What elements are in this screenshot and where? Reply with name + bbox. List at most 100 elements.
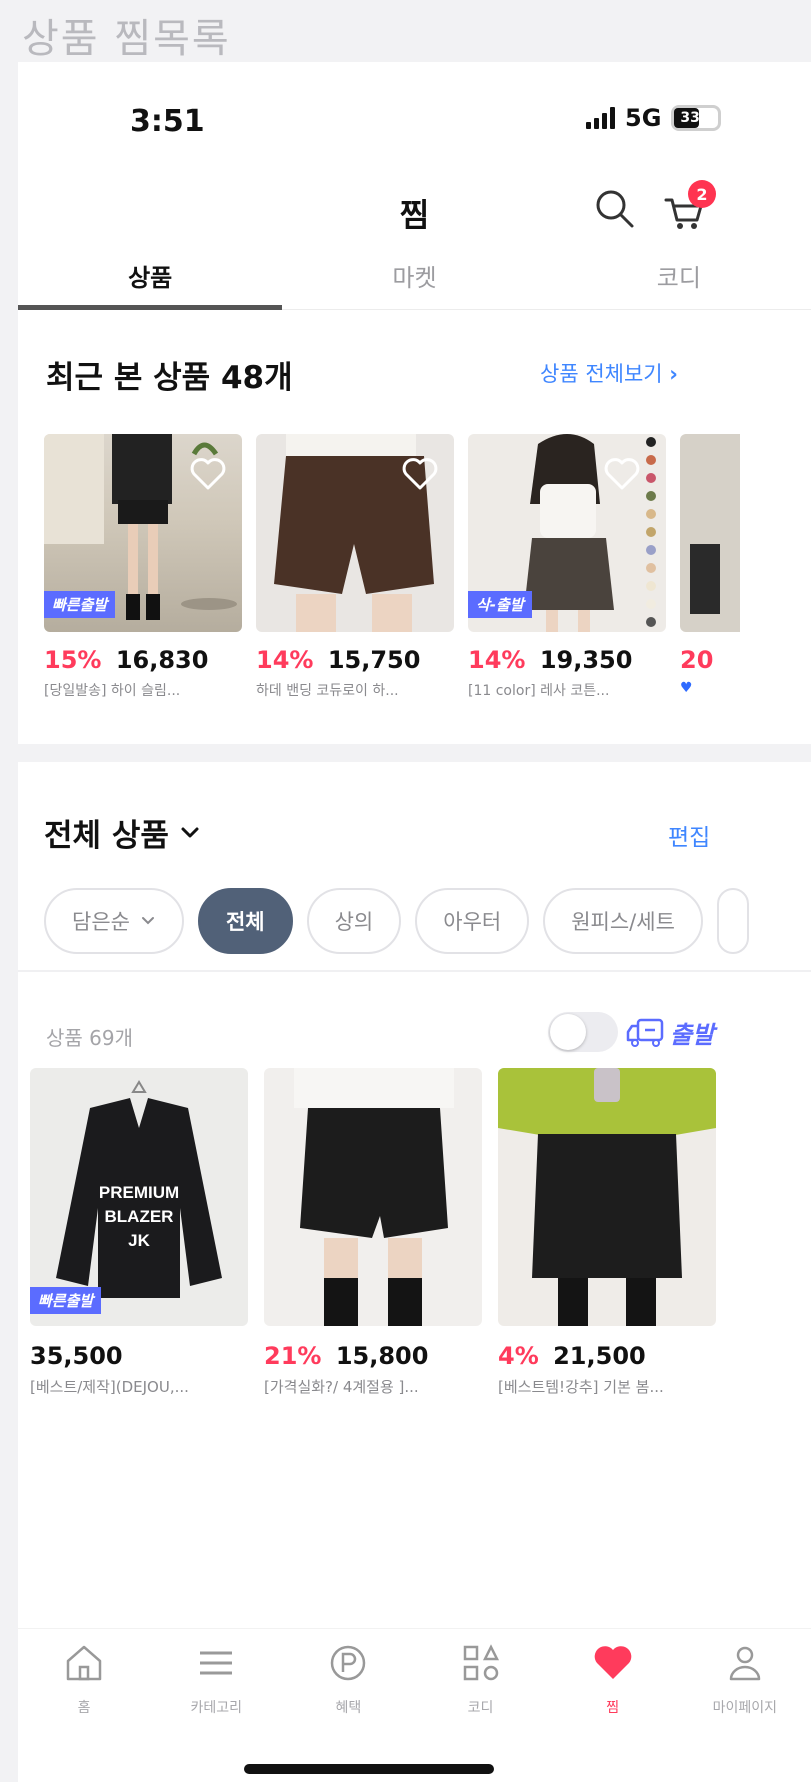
product-image	[264, 1068, 482, 1326]
battery-level: 33	[680, 110, 700, 126]
fast-delivery-tag: 빠른출발	[44, 591, 116, 618]
edit-button[interactable]: 편집	[668, 818, 710, 852]
filter-chip-tops[interactable]: 상의	[306, 888, 402, 954]
tab-coordi[interactable]: 코디	[547, 242, 811, 309]
product-image	[680, 434, 740, 632]
product-price: 4% 21,500	[498, 1342, 716, 1370]
tab-market[interactable]: 마켓	[282, 242, 546, 309]
product-price-value: 19,350	[539, 646, 633, 674]
search-icon	[596, 190, 634, 228]
battery-icon: 33	[671, 105, 722, 131]
all-products-dropdown[interactable]: 전체 상품	[44, 810, 201, 855]
product-name: 하데 밴딩 코듀로이 하...	[256, 683, 399, 699]
product-image: 빠른출발	[44, 434, 242, 632]
product-discount: 4%	[498, 1342, 539, 1370]
chevron-down-icon	[181, 827, 199, 837]
sort-label: 담은순	[72, 910, 130, 934]
nav-coordi[interactable]: 코디	[426, 1639, 536, 1782]
product-price-value: 16,830	[115, 646, 209, 674]
heart-outline-icon[interactable]	[400, 454, 440, 494]
fast-delivery-tag: 빠른출발	[30, 1287, 102, 1314]
signal-icon	[586, 107, 615, 129]
nav-label: 카테고리	[190, 1700, 242, 1716]
truck-icon	[626, 1018, 664, 1047]
home-indicator	[244, 1764, 494, 1774]
cart-count-badge: 2	[688, 180, 716, 208]
product-image	[256, 434, 454, 632]
product-count: 상품 69개	[46, 1026, 134, 1050]
product-name: [베스트/제작](DEJOU,...	[30, 1378, 189, 1396]
recent-products-list: 빠른출발 15% 16,830 [당일발송] 하이 슬림... 14% 15,7…	[44, 434, 740, 700]
product-image	[498, 1068, 716, 1326]
user-icon	[729, 1646, 761, 1681]
nav-label: 찜	[606, 1700, 620, 1716]
fast-delivery-label: 출발	[670, 1021, 715, 1049]
recent-section-title: 최근 본 상품 48개	[46, 360, 293, 396]
tab-products[interactable]: 상품	[18, 242, 283, 310]
nav-label: 코디	[467, 1700, 494, 1716]
see-all-label: 상품 전체보기	[540, 362, 663, 386]
product-name: [가격실화?/ 4계절용 ]...	[264, 1378, 419, 1396]
product-grid: PREMIUM BLAZER JK 빠른출발 35,500 [베스트/제작](D…	[30, 1068, 716, 1397]
product-discount: 14%	[256, 646, 314, 674]
product-name: ♥	[680, 680, 740, 696]
nav-home[interactable]: 홈	[29, 1639, 139, 1782]
recent-product-card[interactable]: 20 ♥	[680, 434, 740, 700]
fast-delivery-toggle[interactable]	[548, 1012, 618, 1052]
phone-screen: 3:51 5G 33 찜 2 상품 마켓 코디 최근 본 상품 48개 상품 전…	[18, 62, 811, 1782]
product-price: 15% 16,830	[44, 646, 242, 674]
chevron-right-icon: ›	[669, 362, 678, 386]
chevron-down-icon	[141, 917, 154, 925]
fast-delivery-tag: 삭-출발	[468, 591, 532, 618]
nav-benefits[interactable]: 혜택	[293, 1639, 403, 1782]
product-card[interactable]: PREMIUM BLAZER JK 빠른출발 35,500 [베스트/제작](D…	[30, 1068, 248, 1397]
nav-category[interactable]: 카테고리	[161, 1639, 271, 1782]
product-price-value: 15,800	[335, 1342, 429, 1370]
product-card[interactable]: 21% 15,800 [가격실화?/ 4계절용 ]...	[264, 1068, 482, 1397]
recent-product-card[interactable]: 빠른출발 15% 16,830 [당일발송] 하이 슬림...	[44, 434, 242, 700]
heart-outline-icon[interactable]	[188, 454, 228, 494]
product-card[interactable]: 4% 21,500 [베스트템!강추] 기본 봄...	[498, 1068, 716, 1397]
filter-chips: 담은순 전체 상의 아우터 원피스/세트	[44, 888, 749, 954]
filter-chip-all[interactable]: 전체	[197, 888, 293, 954]
product-image: PREMIUM BLAZER JK 빠른출발	[30, 1068, 248, 1326]
product-price: 14% 19,350	[468, 646, 666, 674]
search-button[interactable]	[590, 184, 640, 234]
recent-product-card[interactable]: 삭-출발 14% 19,350 [11 color] 레사 코튼...	[468, 434, 666, 700]
status-time: 3:51	[130, 104, 205, 139]
product-name: [당일발송] 하이 슬림...	[44, 683, 181, 699]
nav-label: 혜택	[335, 1700, 362, 1716]
sort-select[interactable]: 담은순	[44, 888, 184, 954]
nav-label: 마이페이지	[712, 1700, 778, 1716]
product-price: 20	[680, 646, 740, 674]
product-discount: 15%	[44, 646, 102, 674]
bottom-nav: 홈 카테고리 혜택 코디 찜 마이페이지	[18, 1628, 811, 1782]
grid-icon	[463, 1644, 499, 1681]
product-price-value: 15,750	[327, 646, 421, 674]
cart-button[interactable]: 2	[658, 180, 716, 236]
product-price-value: 35,500	[30, 1342, 123, 1370]
recent-product-card[interactable]: 14% 15,750 하데 밴딩 코듀로이 하...	[256, 434, 454, 700]
product-price: 14% 15,750	[256, 646, 454, 674]
status-icons: 5G 33	[586, 104, 722, 132]
product-name: [11 color] 레사 코튼...	[468, 683, 610, 699]
product-discount: 14%	[468, 646, 526, 674]
filter-chip-dress-set[interactable]: 원피스/세트	[543, 888, 703, 954]
see-all-link[interactable]: 상품 전체보기 ›	[540, 358, 678, 388]
filter-chip-more[interactable]	[716, 888, 749, 954]
nav-wishlist[interactable]: 찜	[558, 1639, 668, 1782]
home-icon	[66, 1645, 102, 1681]
point-icon	[331, 1645, 366, 1681]
product-price: 21% 15,800	[264, 1342, 482, 1370]
section-divider	[18, 744, 811, 762]
screen-title: 상품 찜목록	[22, 16, 231, 62]
product-discount: 20	[680, 646, 714, 674]
product-price-value: 21,500	[553, 1342, 646, 1370]
network-label: 5G	[625, 104, 662, 132]
nav-label: 홈	[77, 1700, 91, 1716]
heart-outline-icon[interactable]	[602, 454, 642, 494]
filter-chip-outer[interactable]: 아우터	[415, 888, 530, 954]
product-discount: 21%	[264, 1342, 322, 1370]
nav-mypage[interactable]: 마이페이지	[690, 1639, 800, 1782]
blazer-overlay-text-3: JK	[128, 1231, 150, 1250]
